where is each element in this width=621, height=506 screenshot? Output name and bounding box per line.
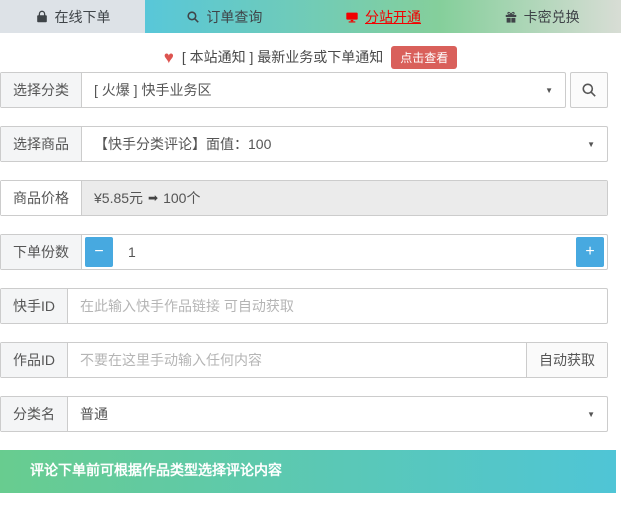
product-select[interactable]: 【快手分类评论】面值：100 ▼ bbox=[82, 127, 607, 161]
price-value: ¥5.85元 ➡ 100个 bbox=[82, 181, 607, 215]
search-icon bbox=[581, 82, 597, 98]
kuaishou-id-label: 快手ID bbox=[1, 289, 68, 323]
tab-card-redeem[interactable]: 卡密兑换 bbox=[462, 0, 621, 33]
category-name-select[interactable]: 普通 ▼ bbox=[68, 397, 607, 431]
search-icon bbox=[186, 10, 200, 24]
top-nav: 在线下单 订单查询 分站开通 卡密兑换 bbox=[0, 0, 621, 33]
category-row: 选择分类 [ 火爆 ] 快手业务区 ▼ bbox=[0, 72, 608, 108]
work-id-input[interactable] bbox=[68, 343, 526, 377]
kuaishou-id-row: 快手ID bbox=[0, 288, 608, 324]
price-amount: ¥5.85元 bbox=[94, 188, 143, 208]
kuaishou-id-input[interactable] bbox=[68, 289, 607, 323]
category-search-button[interactable] bbox=[570, 72, 608, 108]
comment-hint-bar: 评论下单前可根据作品类型选择评论内容 bbox=[0, 450, 616, 493]
price-label: 商品价格 bbox=[1, 181, 82, 215]
heart-icon: ♥ bbox=[164, 49, 174, 66]
tab-label: 在线下单 bbox=[55, 7, 111, 27]
right-arrow-icon: ➡ bbox=[148, 191, 158, 205]
chevron-down-icon: ▼ bbox=[545, 86, 565, 95]
product-label: 选择商品 bbox=[1, 127, 82, 161]
order-count-input[interactable] bbox=[116, 235, 573, 269]
tab-substation-open[interactable]: 分站开通 bbox=[304, 0, 463, 33]
category-name-row: 分类名 普通 ▼ bbox=[0, 396, 608, 432]
price-quantity: 100个 bbox=[163, 188, 200, 208]
auto-fetch-button[interactable]: 自动获取 bbox=[526, 343, 607, 377]
gift-icon bbox=[504, 10, 518, 24]
tab-label: 卡密兑换 bbox=[524, 7, 580, 27]
category-label: 选择分类 bbox=[1, 73, 82, 107]
price-row: 商品价格 ¥5.85元 ➡ 100个 bbox=[0, 180, 608, 216]
work-id-label: 作品ID bbox=[1, 343, 68, 377]
comment-hint-text: 评论下单前可根据作品类型选择评论内容 bbox=[30, 460, 282, 480]
category-name-selected-value: 普通 bbox=[68, 404, 587, 424]
tab-label: 订单查询 bbox=[206, 7, 262, 27]
minus-button[interactable]: − bbox=[85, 237, 113, 267]
product-row: 选择商品 【快手分类评论】面值：100 ▼ bbox=[0, 126, 608, 162]
view-notice-button[interactable]: 点击查看 bbox=[391, 46, 457, 69]
site-notice: ♥ [ 本站通知 ] 最新业务或下单通知 点击查看 bbox=[0, 45, 621, 69]
chevron-down-icon: ▼ bbox=[587, 410, 607, 419]
notice-text: [ 本站通知 ] 最新业务或下单通知 bbox=[182, 47, 383, 67]
nav-gradient-area: 订单查询 分站开通 卡密兑换 bbox=[145, 0, 621, 33]
tab-label: 分站开通 bbox=[365, 7, 421, 27]
order-count-label: 下单份数 bbox=[1, 235, 82, 269]
tab-online-order[interactable]: 在线下单 bbox=[0, 0, 145, 33]
monitor-icon bbox=[345, 10, 359, 24]
plus-button[interactable]: + bbox=[576, 237, 604, 267]
chevron-down-icon: ▼ bbox=[587, 140, 607, 149]
tab-order-query[interactable]: 订单查询 bbox=[145, 0, 304, 33]
shopping-bag-icon bbox=[35, 10, 49, 24]
category-name-label: 分类名 bbox=[1, 397, 68, 431]
order-form: 选择分类 [ 火爆 ] 快手业务区 ▼ 选择商品 【快手分类评论】面值：100 … bbox=[0, 72, 621, 432]
work-id-row: 作品ID 自动获取 bbox=[0, 342, 608, 378]
category-select[interactable]: [ 火爆 ] 快手业务区 ▼ bbox=[82, 73, 565, 107]
product-selected-value: 【快手分类评论】面值：100 bbox=[82, 134, 587, 154]
order-count-row: 下单份数 − + bbox=[0, 234, 608, 270]
category-selected-value: [ 火爆 ] 快手业务区 bbox=[82, 80, 545, 100]
